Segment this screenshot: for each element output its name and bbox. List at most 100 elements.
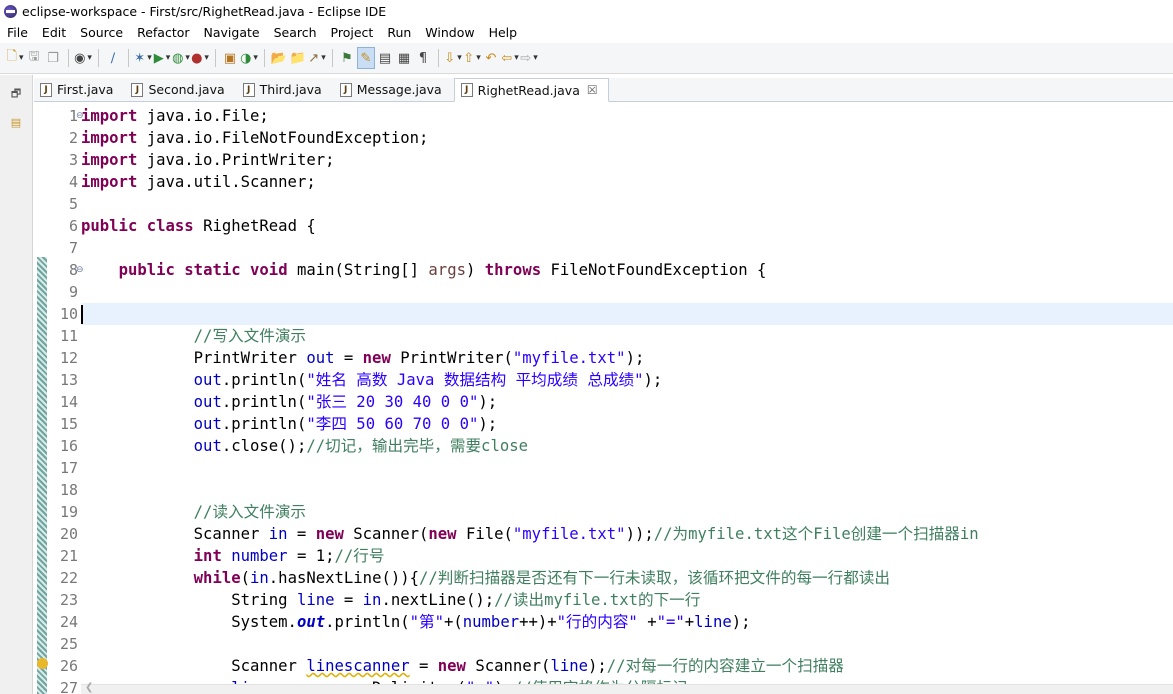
line-number: 7 [68,239,78,257]
toggle-mark-occurrences-icon[interactable]: ⚑ [338,47,356,69]
code-line[interactable] [81,193,1173,215]
warning-icon[interactable] [37,658,48,669]
code-line[interactable]: System.out.println("第"+(number++)+"行的内容"… [81,611,1173,633]
menu-help[interactable]: Help [482,22,525,43]
code-line[interactable] [81,633,1173,655]
tab-message-java[interactable]: J Message.java [334,78,452,101]
line-number: 23 [59,591,78,609]
line-number: 20 [59,525,78,543]
new-java-class-icon[interactable]: ◑ [240,47,258,69]
line-number: 24 [59,613,78,631]
coverage-icon[interactable]: ◍ [172,47,190,69]
menu-project[interactable]: Project [324,22,381,43]
line-number: 8 [68,261,78,279]
code-line[interactable]: out.println("姓名 高数 Java 数据结构 平均成绩 总成绩"); [81,369,1173,391]
line-number: 10 [59,305,78,323]
line-number: 6 [68,217,78,235]
line-number: 14 [59,393,78,411]
close-icon[interactable]: ☒ [587,83,598,97]
code-line[interactable]: Scanner linescanner = new Scanner(line);… [81,655,1173,677]
code-line[interactable]: out.println("李四 50 60 70 0 0"); [81,413,1173,435]
show-source-icon[interactable]: ▦ [395,47,413,69]
overview-ruler [34,103,48,694]
line-number: 19 [59,503,78,521]
search-icon[interactable]: ↗ [308,47,326,69]
code-line[interactable]: String line = in.nextLine();//读出myfile.t… [81,589,1173,611]
code-editor[interactable]: 1 ⊖ 2 3 4 5 6 7 8 ⊖ 9 10 11 12 13 14 15 16 17 18 19 20 21 22 23 2… [34,103,1173,694]
line-number: 18 [59,481,78,499]
menu-refactor[interactable]: Refactor [130,22,196,43]
menu-run[interactable]: Run [380,22,418,43]
title-bar: eclipse-workspace - First/src/RighetRead… [0,0,1173,22]
code-line[interactable]: Scanner in = new Scanner(new File("myfil… [81,523,1173,545]
open-task-icon[interactable]: 📁 [289,47,307,69]
text-caret [81,305,83,324]
previous-annotation-icon[interactable]: ⇧ [463,47,481,69]
line-number: 11 [59,327,78,345]
code-line[interactable]: out.println("张三 20 30 40 0 0"); [81,391,1173,413]
new-icon[interactable]: 🗋 [6,47,24,69]
code-area[interactable]: import java.io.File; import java.io.FileN… [81,103,1173,694]
code-line[interactable]: import java.io.File; [81,105,1173,127]
menu-window[interactable]: Window [418,22,481,43]
last-edit-location-icon[interactable]: ↶ [482,47,500,69]
menu-source[interactable]: Source [73,22,130,43]
new-java-package-icon[interactable]: ▣ [221,47,239,69]
code-line[interactable]: public class RighetRead { [81,215,1173,237]
code-line[interactable]: import java.io.FileNotFoundException; [81,127,1173,149]
menu-edit[interactable]: Edit [35,22,73,43]
external-tools-icon[interactable]: ● [191,47,209,69]
menu-navigate[interactable]: Navigate [197,22,267,43]
code-line[interactable]: out.close();//切记，输出完毕，需要close [81,435,1173,457]
forward-icon[interactable]: ⇨ [520,47,538,69]
tab-second-java[interactable]: J Second.java [125,78,234,101]
debug-icon[interactable]: ✶ [134,47,152,69]
open-type-icon[interactable]: 📂 [270,47,288,69]
debug-perspective-icon[interactable]: ◉ [74,47,92,69]
tab-first-java[interactable]: J First.java [34,78,123,101]
code-line[interactable]: public static void main(String[] args) t… [81,259,1173,281]
code-line[interactable]: while(in.hasNextLine()){//判断扫描器是否还有下一行未读… [81,567,1173,589]
toggle-block-selection-icon[interactable]: ▤ [376,47,394,69]
code-line[interactable]: PrintWriter out = new PrintWriter("myfil… [81,347,1173,369]
save-all-icon[interactable]: ❐ [44,47,62,69]
line-number: 4 [68,173,78,191]
code-line[interactable] [81,303,1173,325]
skip-breakpoints-icon[interactable]: ∕ [104,47,122,69]
line-number: 21 [59,547,78,565]
next-annotation-icon[interactable]: ⇩ [444,47,462,69]
code-line[interactable] [81,479,1173,501]
line-number: 17 [59,459,78,477]
package-explorer-icon[interactable]: ▤ [5,113,27,131]
window-title: eclipse-workspace - First/src/RighetRead… [22,3,387,19]
java-file-icon: J [40,82,52,97]
code-line[interactable] [81,237,1173,259]
restore-icon[interactable]: 🗗 [5,85,27,103]
code-line[interactable]: import java.util.Scanner; [81,171,1173,193]
back-icon[interactable]: ⇦ [501,47,519,69]
line-number: 9 [68,283,78,301]
menu-file[interactable]: File [0,22,35,43]
menu-search[interactable]: Search [267,22,324,43]
code-line[interactable] [81,281,1173,303]
line-number: 2 [68,129,78,147]
code-line[interactable] [81,457,1173,479]
code-line[interactable]: //写入文件演示 [81,325,1173,347]
line-number: 26 [59,657,78,675]
show-whitespace-icon[interactable]: ¶ [414,47,432,69]
code-line[interactable]: import java.io.PrintWriter; [81,149,1173,171]
eclipse-logo-icon [4,4,17,18]
code-line[interactable]: int number = 1;//行号 [81,545,1173,567]
change-marker [37,257,47,694]
editor-tab-bar: J First.java J Second.java J Third.java J Me… [34,78,1173,102]
tab-righetread-java[interactable]: J RighetRead.java ☒ [453,78,609,102]
save-icon[interactable]: 🖫 [25,47,43,69]
line-number: 12 [59,349,78,367]
run-icon[interactable]: ▶ [153,47,171,69]
menu-bar: File Edit Source Refactor Navigate Searc… [0,22,1173,43]
java-file-icon: J [242,82,255,97]
tab-third-java[interactable]: J Third.java [237,78,332,101]
code-line[interactable]: //读入文件演示 [81,501,1173,523]
horizontal-scrollbar[interactable]: ❮ [81,682,1173,694]
toggle-highlight-icon[interactable]: ✎ [357,47,375,69]
